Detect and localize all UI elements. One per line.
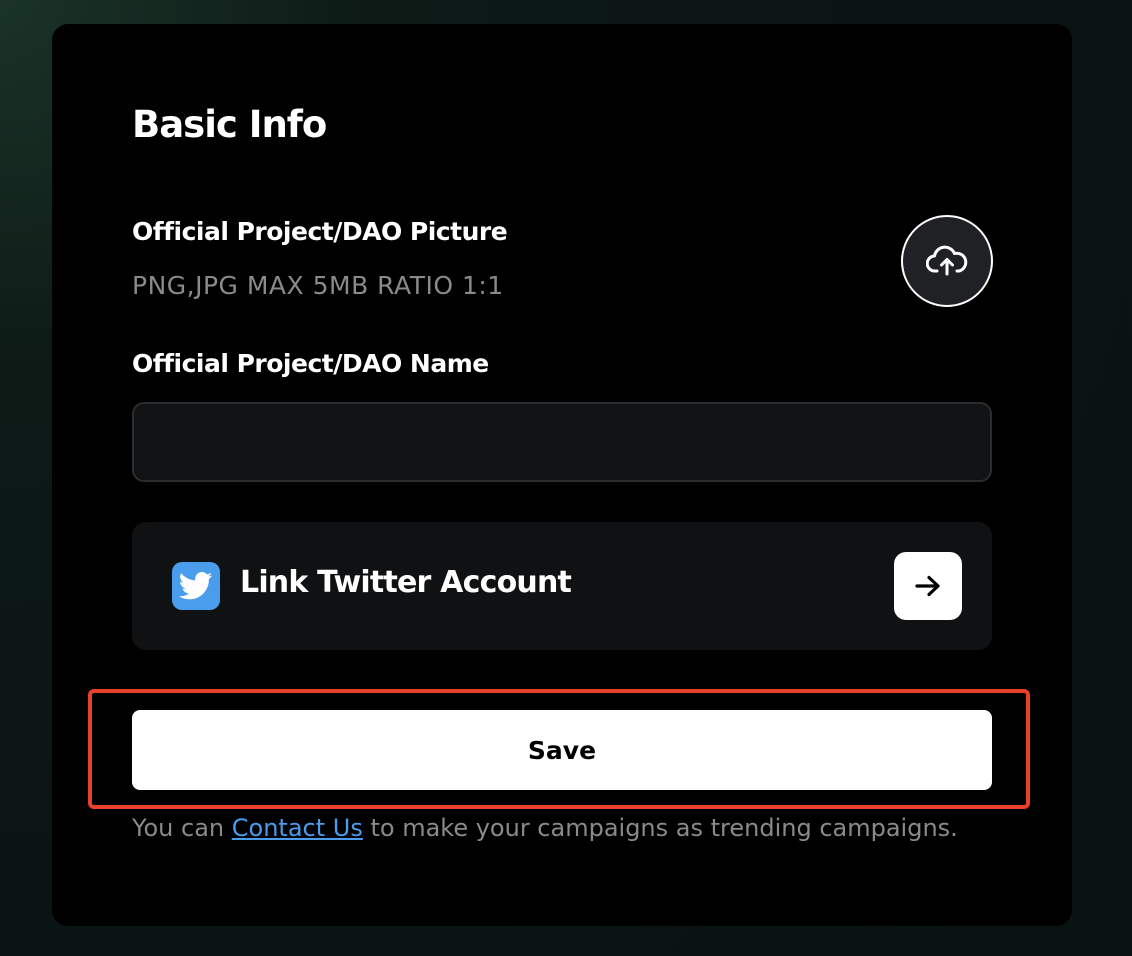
- save-button[interactable]: Save: [132, 710, 992, 790]
- page-title: Basic Info: [132, 103, 327, 146]
- name-label: Official Project/DAO Name: [132, 349, 489, 378]
- link-twitter-row[interactable]: Link Twitter Account: [132, 522, 992, 650]
- contact-us-link[interactable]: Contact Us: [232, 814, 363, 842]
- twitter-icon: [172, 562, 220, 610]
- cloud-upload-icon: [926, 245, 968, 276]
- footer-suffix: to make your campaigns as trending campa…: [370, 814, 958, 842]
- footer-prefix: You can: [132, 814, 225, 842]
- picture-hint: PNG,JPG MAX 5MB RATIO 1:1: [132, 271, 504, 300]
- footer-note: You can Contact Us to make your campaign…: [132, 816, 958, 840]
- link-twitter-button[interactable]: [894, 552, 962, 620]
- upload-picture-button[interactable]: [901, 215, 993, 307]
- basic-info-card: Basic Info Official Project/DAO Picture …: [52, 24, 1072, 926]
- link-twitter-label: Link Twitter Account: [240, 565, 572, 600]
- picture-label: Official Project/DAO Picture: [132, 217, 508, 246]
- arrow-right-icon: [915, 575, 940, 597]
- project-name-input[interactable]: [132, 402, 992, 482]
